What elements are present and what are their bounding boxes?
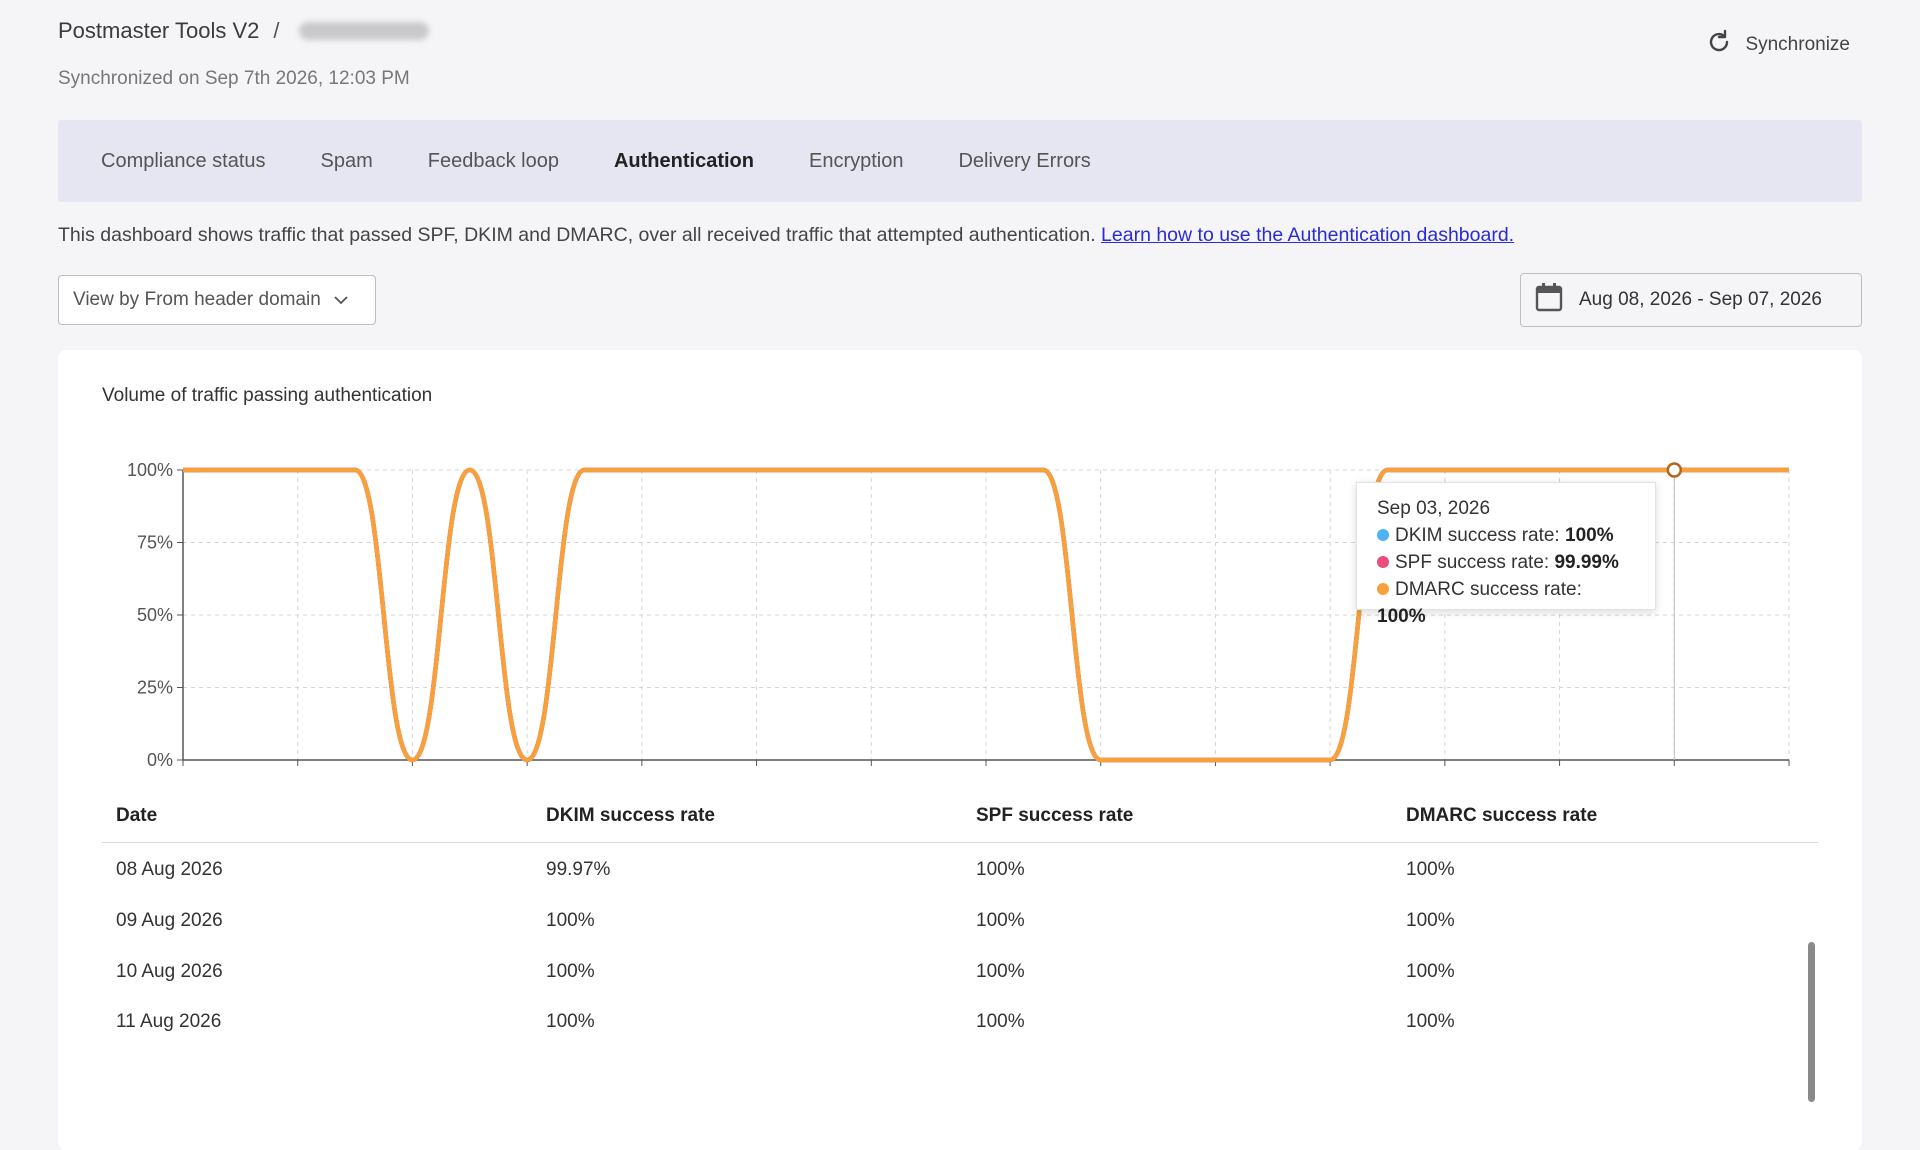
synchronize-label: Synchronize — [1745, 34, 1850, 55]
table-row: 11 Aug 2026 100% 100% 100% — [102, 997, 1818, 1047]
tab-authentication[interactable]: Authentication — [614, 150, 754, 173]
tooltip-spf-label: SPF success rate: — [1395, 552, 1550, 573]
tooltip-spf-value: 99.99% — [1554, 552, 1619, 573]
dmarc-dot-icon — [1377, 583, 1389, 595]
tooltip-dmarc-value: 100% — [1377, 606, 1426, 627]
table-row: 10 Aug 2026 100% 100% 100% — [102, 947, 1818, 997]
tooltip-spf-row: SPF success rate: 99.99% — [1377, 549, 1635, 576]
column-header-dkim[interactable]: DKIM success rate — [532, 805, 962, 827]
tab-bar: Compliance status Spam Feedback loop Aut… — [58, 120, 1862, 202]
refresh-icon — [1705, 28, 1733, 62]
cell-spf: 100% — [976, 910, 1025, 931]
hover-point — [1666, 462, 1683, 478]
app-title[interactable]: Postmaster Tools V2 — [58, 18, 259, 44]
tab-encryption[interactable]: Encryption — [809, 150, 904, 173]
page-header: Postmaster Tools V2 / Synchronized on Se… — [58, 18, 1862, 98]
cell-dkim: 100% — [546, 910, 595, 931]
cell-dmarc: 100% — [1406, 1011, 1455, 1032]
column-header-spf[interactable]: SPF success rate — [962, 805, 1392, 827]
tooltip-dkim-row: DKIM success rate: 100% — [1377, 522, 1635, 549]
tooltip-dmarc-row: DMARC success rate: 100% — [1377, 576, 1635, 630]
chart-tooltip: Sep 03, 2026 DKIM success rate: 100% SPF… — [1356, 482, 1656, 627]
cell-spf: 100% — [976, 1011, 1025, 1032]
dkim-dot-icon — [1377, 529, 1389, 541]
column-header-date[interactable]: Date — [102, 805, 532, 827]
cell-date: 11 Aug 2026 — [116, 1011, 222, 1032]
cell-date: 08 Aug 2026 — [116, 859, 223, 880]
cell-date: 09 Aug 2026 — [116, 910, 223, 931]
dashboard-description: This dashboard shows traffic that passed… — [58, 224, 1514, 247]
tooltip-date: Sep 03, 2026 — [1377, 498, 1491, 519]
breadcrumb: Postmaster Tools V2 / — [58, 18, 1862, 44]
chevron-down-icon — [333, 289, 349, 311]
cell-spf: 100% — [976, 859, 1025, 880]
cell-date: 10 Aug 2026 — [116, 961, 223, 982]
breadcrumb-separator: / — [273, 18, 280, 43]
table-row: 09 Aug 2026 100% 100% 100% — [102, 896, 1818, 946]
domain-name-redacted — [299, 22, 430, 40]
cell-dmarc: 100% — [1406, 859, 1455, 880]
view-by-dropdown[interactable]: View by From header domain — [58, 275, 376, 325]
cell-dmarc: 100% — [1406, 961, 1455, 982]
table-header: Date DKIM success rate SPF success rate … — [102, 790, 1818, 843]
tab-delivery-errors[interactable]: Delivery Errors — [958, 150, 1090, 173]
cell-dkim: 99.97% — [546, 859, 611, 880]
y-tick-label: 50% — [137, 605, 173, 625]
column-header-dmarc[interactable]: DMARC success rate — [1392, 805, 1822, 827]
date-range-picker[interactable]: Aug 08, 2026 - Sep 07, 2026 — [1520, 273, 1862, 327]
y-tick-label: 0% — [147, 750, 173, 770]
tab-compliance-status[interactable]: Compliance status — [101, 150, 266, 173]
tooltip-dkim-label: DKIM success rate: — [1395, 525, 1560, 546]
tooltip-dmarc-label: DMARC success rate: — [1395, 579, 1582, 600]
table-scrollbar[interactable] — [1808, 942, 1815, 1102]
date-range-value: Aug 08, 2026 - Sep 07, 2026 — [1579, 289, 1822, 310]
sync-timestamp: Synchronized on Sep 7th 2026, 12:03 PM — [58, 68, 410, 89]
help-link[interactable]: Learn how to use the Authentication dash… — [1101, 224, 1514, 246]
y-tick-label: 25% — [137, 678, 173, 698]
table-row: 08 Aug 2026 99.97% 100% 100% — [102, 845, 1818, 895]
y-tick-label: 100% — [127, 460, 173, 480]
description-text: This dashboard shows traffic that passed… — [58, 224, 1096, 246]
view-by-value: View by From header domain — [73, 289, 321, 310]
synchronize-button[interactable]: Synchronize — [1705, 28, 1850, 62]
cell-dkim: 100% — [546, 1011, 595, 1032]
tab-feedback-loop[interactable]: Feedback loop — [428, 150, 559, 173]
cell-spf: 100% — [976, 961, 1025, 982]
calendar-icon — [1535, 282, 1563, 318]
cell-dkim: 100% — [546, 961, 595, 982]
tab-spam[interactable]: Spam — [321, 150, 373, 173]
cell-dmarc: 100% — [1406, 910, 1455, 931]
chart-card: Volume of traffic passing authentication… — [58, 350, 1862, 1150]
spf-dot-icon — [1377, 556, 1389, 568]
tooltip-dkim-value: 100% — [1565, 525, 1614, 546]
y-tick-label: 75% — [137, 533, 173, 553]
